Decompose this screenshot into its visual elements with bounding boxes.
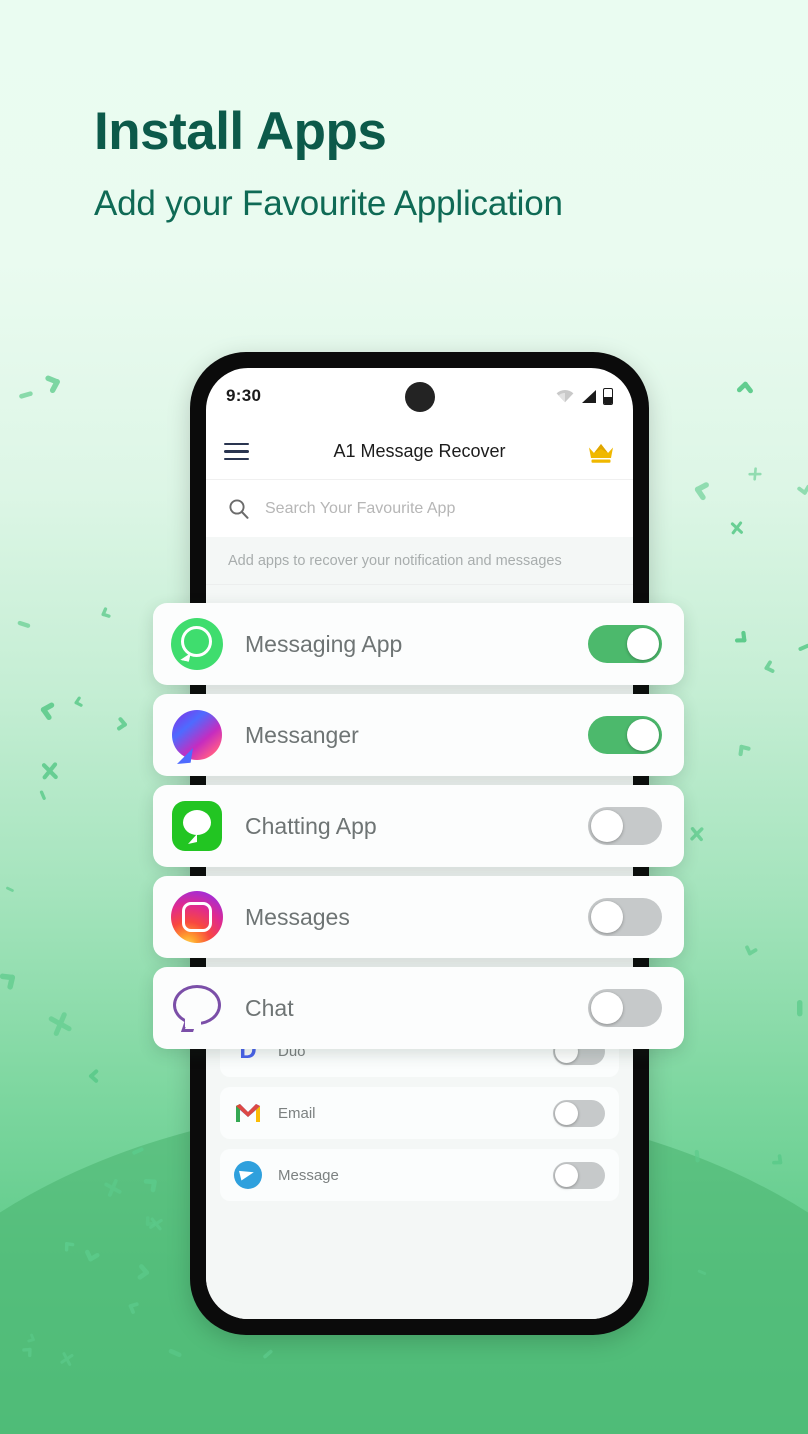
confetti-mark xyxy=(113,715,128,732)
hint-text: Add apps to recover your notification an… xyxy=(206,537,633,585)
app-enable-toggle[interactable] xyxy=(553,1099,605,1127)
confetti-mark xyxy=(768,1150,786,1168)
confetti-mark xyxy=(692,479,714,503)
app-name: Message xyxy=(278,1166,339,1184)
toggle-knob xyxy=(591,810,623,842)
search-input[interactable] xyxy=(265,499,611,518)
toggle-knob xyxy=(591,992,623,1024)
confetti-mark xyxy=(735,381,754,398)
confetti-mark xyxy=(39,760,61,782)
confetti-mark xyxy=(743,942,760,958)
confetti-mark xyxy=(44,1008,76,1040)
confetti-mark xyxy=(746,465,765,484)
app-icon xyxy=(171,618,223,670)
status-time: 9:30 xyxy=(226,386,262,405)
confetti-mark xyxy=(688,825,706,843)
featured-app-cards: Messaging App Messanger Chatting App Messag… xyxy=(153,603,684,1058)
app-enable-toggle[interactable] xyxy=(588,898,662,936)
chatting-app-icon xyxy=(172,801,222,851)
wifi-icon xyxy=(556,389,574,403)
app-name: Messages xyxy=(245,903,350,930)
app-list-row[interactable]: Message xyxy=(220,1149,619,1201)
app-enable-toggle[interactable] xyxy=(588,989,662,1027)
app-icon xyxy=(171,709,223,764)
app-icon xyxy=(171,800,223,852)
confetti-mark xyxy=(734,741,754,761)
app-bar: A1 Message Recover xyxy=(206,424,633,479)
confetti-mark xyxy=(730,627,751,648)
instagram-icon xyxy=(171,891,223,943)
app-icon xyxy=(171,982,223,1034)
toggle-knob xyxy=(555,1101,578,1125)
toggle-knob xyxy=(627,628,659,660)
page-subtitle: Add your Favourite Application xyxy=(94,184,563,223)
telegram-icon xyxy=(234,1161,262,1189)
crown-icon[interactable] xyxy=(587,440,615,464)
featured-app-card[interactable]: Chatting App xyxy=(153,785,684,867)
app-list-row[interactable]: Email xyxy=(220,1087,619,1139)
app-name: Chatting App xyxy=(245,812,377,839)
app-name: Email xyxy=(278,1104,316,1122)
app-icon xyxy=(171,891,223,943)
confetti-mark xyxy=(796,999,804,1017)
featured-app-card[interactable]: Messanger xyxy=(153,694,684,776)
toggle-knob xyxy=(591,901,623,933)
app-enable-toggle[interactable] xyxy=(588,716,662,754)
confetti-mark xyxy=(39,789,47,801)
confetti-mark xyxy=(729,520,746,537)
hamburger-menu-icon[interactable] xyxy=(224,438,249,466)
confetti-mark xyxy=(39,699,60,722)
promo-screenshot: Install Apps Add your Favourite Applicat… xyxy=(0,0,808,1434)
toggle-knob xyxy=(555,1163,578,1187)
confetti-mark xyxy=(89,1069,102,1084)
confetti-mark xyxy=(5,886,15,893)
status-indicators xyxy=(556,387,613,405)
featured-app-card[interactable]: Messaging App xyxy=(153,603,684,685)
page-title: Install Apps xyxy=(94,102,387,161)
app-enable-toggle[interactable] xyxy=(553,1161,605,1189)
confetti-mark xyxy=(18,390,34,400)
confetti-mark xyxy=(795,481,808,496)
battery-icon xyxy=(603,387,613,405)
app-name: Chat xyxy=(245,994,294,1021)
messenger-icon xyxy=(172,710,222,764)
app-icon xyxy=(234,1099,262,1127)
search-bar[interactable] xyxy=(206,479,633,537)
app-enable-toggle[interactable] xyxy=(588,807,662,845)
app-name: Messaging App xyxy=(245,630,403,657)
app-icon xyxy=(234,1161,262,1189)
confetti-mark xyxy=(763,658,779,675)
app-enable-toggle[interactable] xyxy=(588,625,662,663)
confetti-mark xyxy=(99,604,114,620)
signal-icon xyxy=(580,389,597,404)
app-name: Messanger xyxy=(245,721,359,748)
confetti-mark xyxy=(797,642,808,652)
confetti-mark xyxy=(0,968,21,995)
gmail-icon xyxy=(235,1103,261,1123)
confetti-mark xyxy=(40,372,64,397)
whatsapp-icon xyxy=(171,618,223,670)
punch-hole-camera xyxy=(404,382,435,412)
confetti-mark xyxy=(17,619,31,629)
chat-bubble-icon xyxy=(173,985,221,1032)
featured-app-card[interactable]: Chat xyxy=(153,967,684,1049)
status-bar: 9:30 xyxy=(206,368,633,424)
app-bar-title: A1 Message Recover xyxy=(333,441,506,461)
confetti-mark xyxy=(73,695,86,709)
search-icon xyxy=(228,498,249,519)
toggle-knob xyxy=(627,719,659,751)
featured-app-card[interactable]: Messages xyxy=(153,876,684,958)
